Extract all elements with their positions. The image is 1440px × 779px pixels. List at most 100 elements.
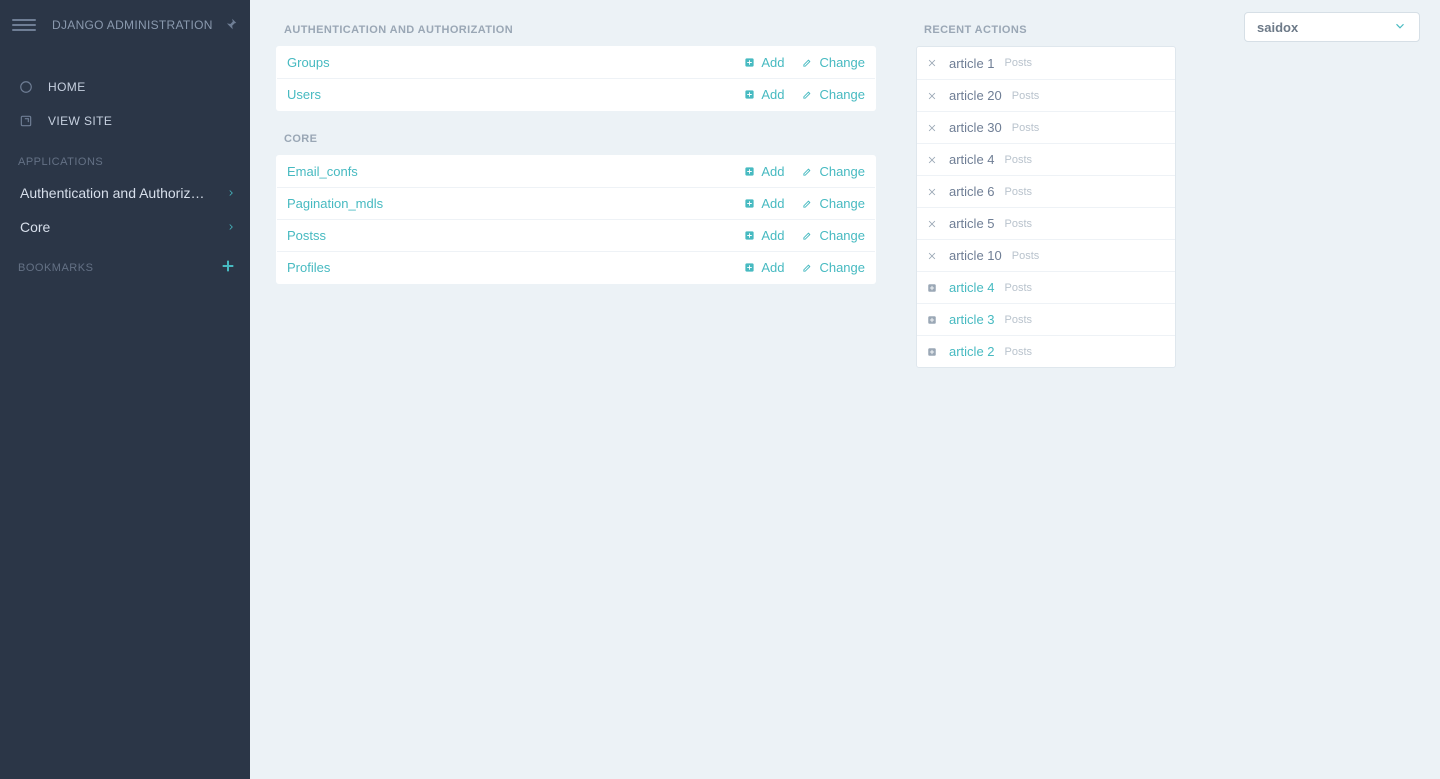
- pin-icon[interactable]: [224, 17, 238, 34]
- plus-icon: [744, 57, 755, 68]
- recent-action-type: Posts: [1005, 154, 1033, 166]
- app-module: AUTHENTICATION AND AUTHORIZATION Groups Ad…: [276, 20, 876, 111]
- recent-action-item[interactable]: article 6 Posts: [917, 175, 1175, 207]
- delete-icon: [927, 91, 937, 101]
- recent-action-title: article 4: [949, 152, 995, 167]
- add-icon: [927, 347, 937, 357]
- recent-action-item[interactable]: article 30 Posts: [917, 111, 1175, 143]
- recent-action-type: Posts: [1005, 314, 1033, 326]
- recent-actions-header: RECENT ACTIONS: [916, 20, 1176, 46]
- bookmarks-label: BOOKMARKS: [18, 262, 93, 274]
- plus-icon: [744, 166, 755, 177]
- change-link[interactable]: Change: [802, 260, 865, 275]
- user-name: saidox: [1257, 20, 1298, 35]
- add-label: Add: [761, 196, 784, 211]
- recent-action-title: article 1: [949, 56, 995, 71]
- recent-action-title: article 20: [949, 88, 1002, 103]
- recent-action-type: Posts: [1012, 122, 1040, 134]
- user-dropdown[interactable]: saidox: [1244, 12, 1420, 42]
- add-link[interactable]: Add: [744, 196, 784, 211]
- recent-action-title: article 30: [949, 120, 1002, 135]
- nav-view-site-label: VIEW SITE: [48, 114, 112, 128]
- recent-action-type: Posts: [1012, 250, 1040, 262]
- recent-action-title: article 6: [949, 184, 995, 199]
- delete-icon: [927, 155, 937, 165]
- edit-icon: [802, 262, 813, 273]
- recent-action-title: article 2: [949, 344, 995, 359]
- model-row: Users Add Change: [277, 79, 876, 111]
- model-row: Profiles Add Change: [277, 252, 876, 284]
- delete-icon: [927, 219, 937, 229]
- model-link[interactable]: Profiles: [287, 260, 330, 275]
- change-link[interactable]: Change: [802, 228, 865, 243]
- change-label: Change: [819, 196, 865, 211]
- plus-icon: [744, 89, 755, 100]
- change-label: Change: [819, 260, 865, 275]
- sidebar-app-item[interactable]: Authentication and Authoriz…: [0, 176, 250, 210]
- edit-icon: [802, 57, 813, 68]
- add-link[interactable]: Add: [744, 228, 784, 243]
- change-link[interactable]: Change: [802, 55, 865, 70]
- module-header: AUTHENTICATION AND AUTHORIZATION: [276, 20, 876, 46]
- change-link[interactable]: Change: [802, 164, 865, 179]
- model-link[interactable]: Email_confs: [287, 164, 358, 179]
- add-label: Add: [761, 55, 784, 70]
- recent-action-item[interactable]: article 4Posts: [917, 271, 1175, 303]
- delete-icon: [927, 58, 937, 68]
- recent-action-title: article 4: [949, 280, 995, 295]
- add-label: Add: [761, 228, 784, 243]
- app-modules-column: AUTHENTICATION AND AUTHORIZATION Groups Ad…: [276, 20, 876, 759]
- add-label: Add: [761, 164, 784, 179]
- sidebar-title: DJANGO ADMINISTRATION: [52, 18, 224, 32]
- add-label: Add: [761, 260, 784, 275]
- change-label: Change: [819, 87, 865, 102]
- recent-action-item[interactable]: article 20Posts: [917, 79, 1175, 111]
- recent-action-title: article 3: [949, 312, 995, 327]
- change-label: Change: [819, 55, 865, 70]
- recent-actions-list: article 1Postsarticle 20Postsarticle 30P…: [916, 46, 1176, 368]
- recent-action-item[interactable]: article 10Posts: [917, 239, 1175, 271]
- edit-icon: [802, 198, 813, 209]
- nav-home[interactable]: HOME: [0, 70, 250, 104]
- model-row: Postss Add Change: [277, 220, 876, 252]
- change-label: Change: [819, 228, 865, 243]
- recent-action-item[interactable]: article 4 Posts: [917, 143, 1175, 175]
- applications-label: APPLICATIONS: [0, 138, 250, 176]
- model-link[interactable]: Postss: [287, 228, 326, 243]
- model-link[interactable]: Pagination_mdls: [287, 196, 383, 211]
- change-link[interactable]: Change: [802, 87, 865, 102]
- model-row: Pagination_mdls Add Change: [277, 188, 876, 220]
- delete-icon: [927, 251, 937, 261]
- change-link[interactable]: Change: [802, 196, 865, 211]
- add-link[interactable]: Add: [744, 55, 784, 70]
- add-icon: [927, 315, 937, 325]
- plus-icon: [744, 230, 755, 241]
- add-link[interactable]: Add: [744, 164, 784, 179]
- add-bookmark-button[interactable]: [220, 258, 236, 277]
- sidebar-app-label: Core: [20, 219, 50, 235]
- sidebar-header: DJANGO ADMINISTRATION: [0, 0, 250, 50]
- nav-view-site[interactable]: VIEW SITE: [0, 104, 250, 138]
- recent-action-type: Posts: [1005, 346, 1033, 358]
- model-table: Groups Add Change Users Add Change: [276, 46, 876, 111]
- recent-action-item[interactable]: article 2 Posts: [917, 335, 1175, 367]
- menu-toggle-icon[interactable]: [12, 19, 36, 31]
- add-link[interactable]: Add: [744, 87, 784, 102]
- recent-action-item[interactable]: article 1Posts: [917, 47, 1175, 79]
- model-row: Email_confs Add Change: [277, 156, 876, 188]
- recent-action-item[interactable]: article 5Posts: [917, 207, 1175, 239]
- add-link[interactable]: Add: [744, 260, 784, 275]
- model-link[interactable]: Users: [287, 87, 321, 102]
- recent-action-item[interactable]: article 3 Posts: [917, 303, 1175, 335]
- module-header: CORE: [276, 129, 876, 155]
- main-content: AUTHENTICATION AND AUTHORIZATION Groups Ad…: [250, 0, 1440, 779]
- recent-action-title: article 5: [949, 216, 995, 231]
- model-row: Groups Add Change: [277, 47, 876, 79]
- model-table: Email_confs Add Change Pagination_mdls Add Ch…: [276, 155, 876, 284]
- chevron-down-icon: [1393, 19, 1407, 36]
- recent-action-type: Posts: [1005, 186, 1033, 198]
- edit-icon: [802, 230, 813, 241]
- model-link[interactable]: Groups: [287, 55, 330, 70]
- sidebar-app-item[interactable]: Core: [0, 210, 250, 244]
- chevron-right-icon: [226, 219, 236, 235]
